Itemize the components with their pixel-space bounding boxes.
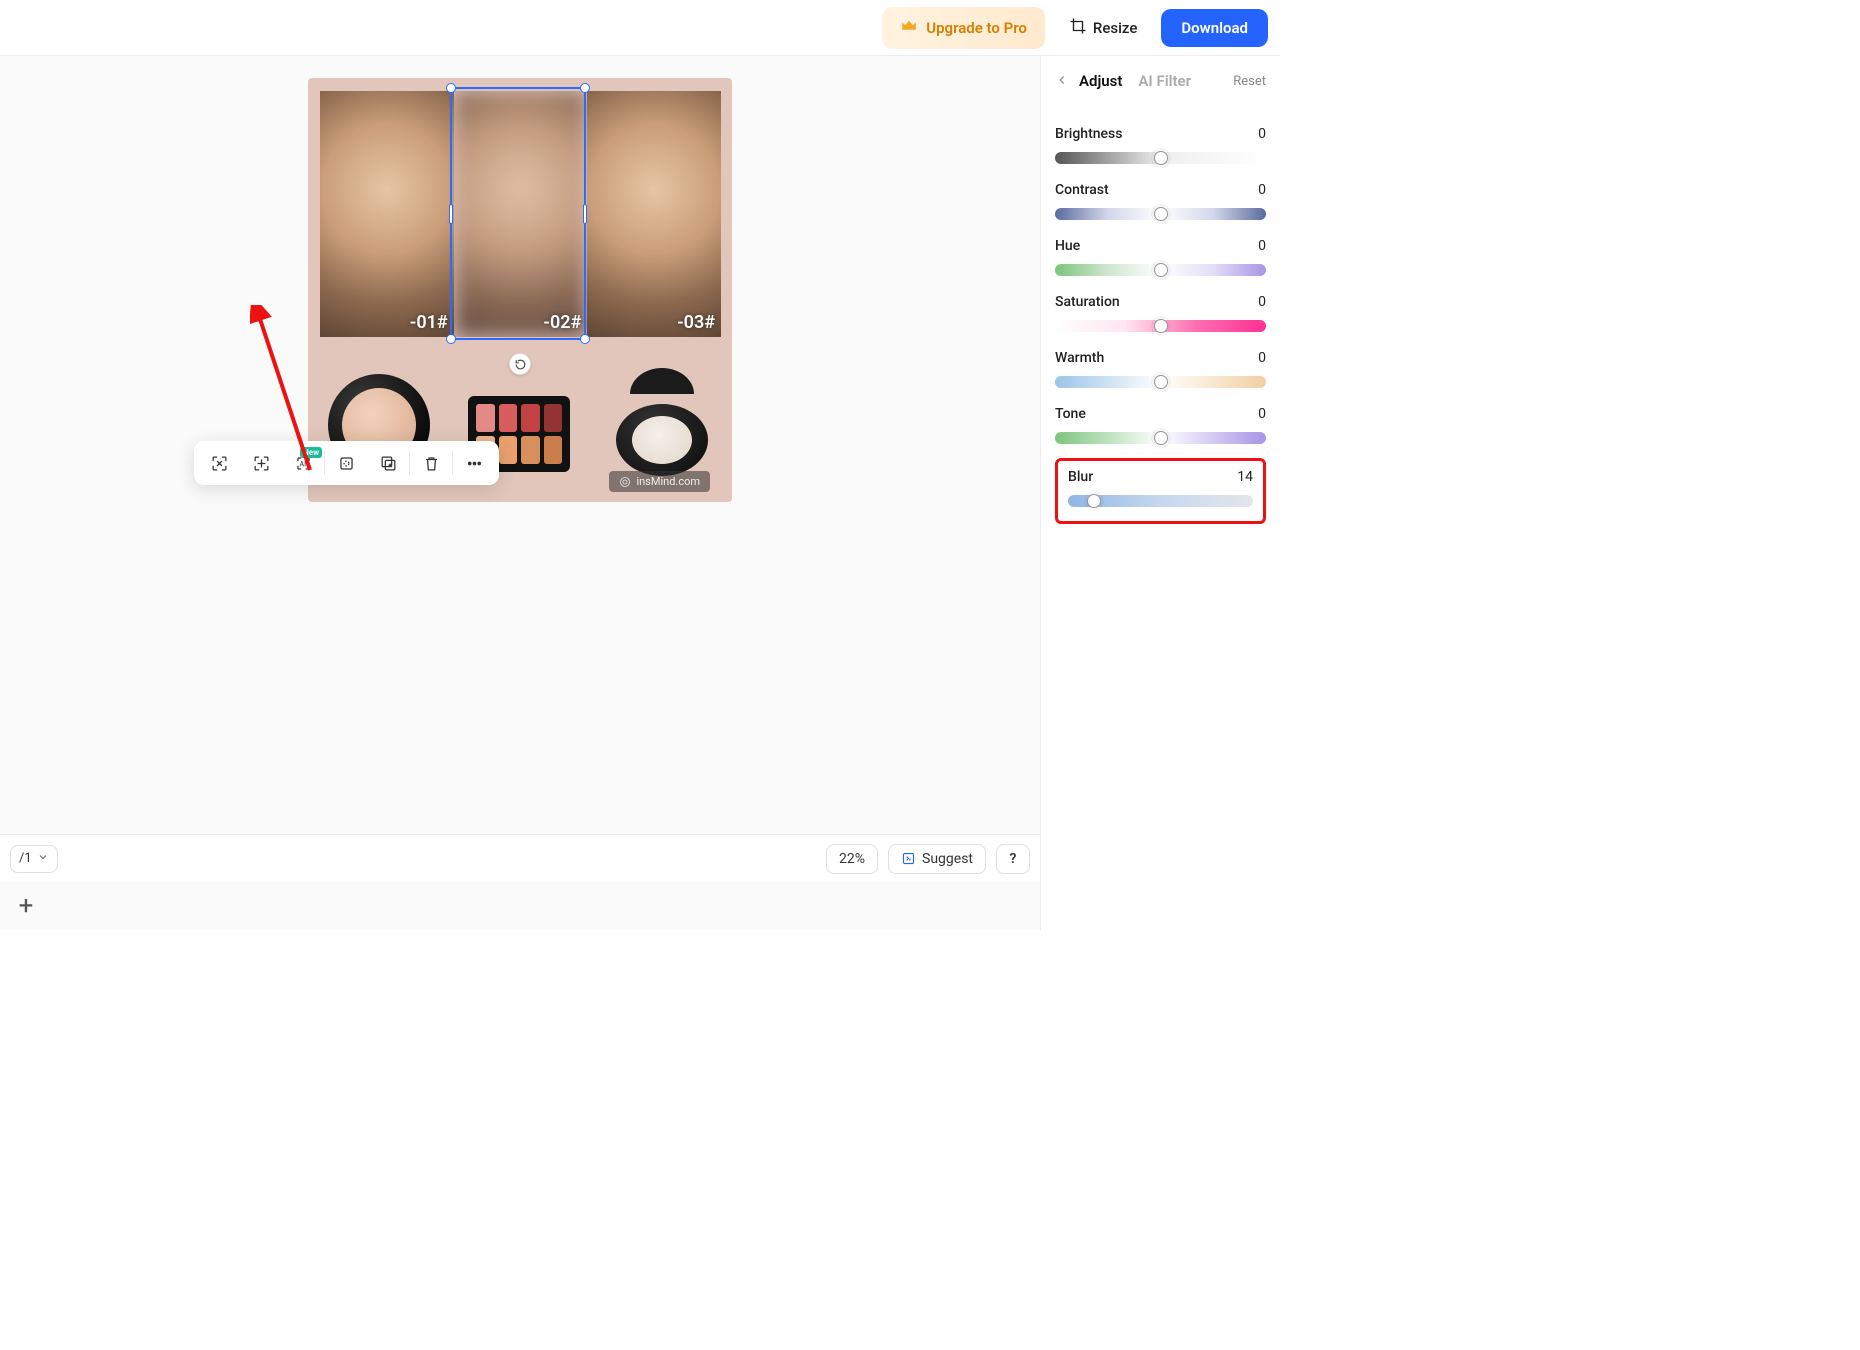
contrast-value: 0 <box>1258 182 1266 198</box>
contrast-control: Contrast 0 <box>1055 182 1266 220</box>
reset-button[interactable]: Reset <box>1233 74 1266 89</box>
warmth-thumb[interactable] <box>1154 375 1168 389</box>
tab-ai-filter[interactable]: AI Filter <box>1132 68 1197 94</box>
more-button[interactable] <box>453 445 495 481</box>
page-selector[interactable]: /1 <box>10 845 58 873</box>
brightness-slider[interactable] <box>1055 152 1266 164</box>
crop-remove-button[interactable] <box>198 445 240 481</box>
hue-control: Hue 0 <box>1055 238 1266 276</box>
controls-list: Brightness0Contrast0Hue0Saturation0Warmt… <box>1041 106 1280 930</box>
top-bar: Upgrade to Pro Resize Download <box>0 0 1280 56</box>
brightness-label: Brightness <box>1055 126 1122 142</box>
context-toolbar: AI New <box>194 441 499 485</box>
resize-button[interactable]: Resize <box>1059 9 1147 47</box>
expand-button[interactable] <box>240 445 282 481</box>
blur-control: Blur 14 <box>1068 469 1253 507</box>
ai-tool-button[interactable]: AI New <box>282 445 324 481</box>
zoom-indicator[interactable]: 22% <box>826 844 878 874</box>
blur-label: Blur <box>1068 469 1093 485</box>
tone-thumb[interactable] <box>1154 431 1168 445</box>
saturation-label: Saturation <box>1055 294 1120 310</box>
canvas-wrap: -01# -02# -03# <box>0 56 1040 834</box>
duplicate-button[interactable] <box>367 445 409 481</box>
brightness-value: 0 <box>1258 126 1266 142</box>
sidebar: Adjust AI Filter Reset Brightness0Contra… <box>1040 56 1280 930</box>
help-label: ? <box>1010 851 1017 867</box>
model-label: -01# <box>410 312 448 333</box>
warmth-control: Warmth 0 <box>1055 350 1266 388</box>
compact-product-2[interactable] <box>616 368 708 476</box>
download-label: Download <box>1181 19 1248 37</box>
blur-value: 14 <box>1237 469 1253 485</box>
add-bar: + <box>0 882 1040 930</box>
blur-slider[interactable] <box>1068 495 1253 507</box>
model-label: -03# <box>677 312 715 333</box>
svg-text:AI: AI <box>299 459 306 468</box>
saturation-slider[interactable] <box>1055 320 1266 332</box>
warmth-label: Warmth <box>1055 350 1104 366</box>
tab-adjust[interactable]: Adjust <box>1073 68 1128 94</box>
add-page-button[interactable]: + <box>14 891 38 921</box>
saturation-value: 0 <box>1258 294 1266 310</box>
delete-button[interactable] <box>410 445 452 481</box>
canvas-column: -01# -02# -03# <box>0 56 1040 930</box>
download-button[interactable]: Download <box>1161 9 1268 47</box>
contrast-thumb[interactable] <box>1154 207 1168 221</box>
tone-control: Tone 0 <box>1055 406 1266 444</box>
suggest-button[interactable]: Suggest <box>888 844 986 874</box>
warmth-slider[interactable] <box>1055 376 1266 388</box>
tone-label: Tone <box>1055 406 1086 422</box>
hue-slider[interactable] <box>1055 264 1266 276</box>
model-image-2[interactable]: -02# <box>454 91 588 337</box>
upgrade-button[interactable]: Upgrade to Pro <box>882 7 1045 49</box>
crown-icon <box>900 17 918 39</box>
rotate-handle[interactable] <box>509 353 531 375</box>
hue-value: 0 <box>1258 238 1266 254</box>
upgrade-label: Upgrade to Pro <box>926 19 1027 37</box>
hue-thumb[interactable] <box>1154 263 1168 277</box>
tone-value: 0 <box>1258 406 1266 422</box>
crop-icon <box>1069 17 1087 39</box>
brightness-thumb[interactable] <box>1154 151 1168 165</box>
new-badge: New <box>300 447 322 458</box>
plus-icon: + <box>19 891 34 921</box>
model-image-1[interactable]: -01# <box>320 91 454 337</box>
resize-label: Resize <box>1093 19 1137 37</box>
suggest-label: Suggest <box>922 851 973 867</box>
brightness-control: Brightness 0 <box>1055 126 1266 164</box>
model-strip: -01# -02# -03# <box>320 91 721 337</box>
watermark: insMind.com <box>609 471 710 492</box>
watermark-text: insMind.com <box>636 475 700 488</box>
help-button[interactable]: ? <box>996 844 1030 874</box>
zoom-label: 22% <box>839 851 865 867</box>
back-button[interactable] <box>1055 72 1069 91</box>
warmth-value: 0 <box>1258 350 1266 366</box>
sidebar-header: Adjust AI Filter Reset <box>1041 56 1280 106</box>
saturation-thumb[interactable] <box>1154 319 1168 333</box>
effects-button[interactable] <box>325 445 367 481</box>
blur-thumb[interactable] <box>1087 494 1101 508</box>
tone-slider[interactable] <box>1055 432 1266 444</box>
contrast-label: Contrast <box>1055 182 1109 198</box>
canvas-frame[interactable]: -01# -02# -03# <box>308 78 732 502</box>
contrast-slider[interactable] <box>1055 208 1266 220</box>
hue-label: Hue <box>1055 238 1080 254</box>
model-label: -02# <box>543 312 581 333</box>
page-label: /1 <box>19 851 32 866</box>
utility-bar: /1 22% Suggest ? <box>0 834 1040 882</box>
saturation-control: Saturation 0 <box>1055 294 1266 332</box>
model-image-3[interactable]: -03# <box>587 91 721 337</box>
chevron-down-icon <box>37 851 49 867</box>
